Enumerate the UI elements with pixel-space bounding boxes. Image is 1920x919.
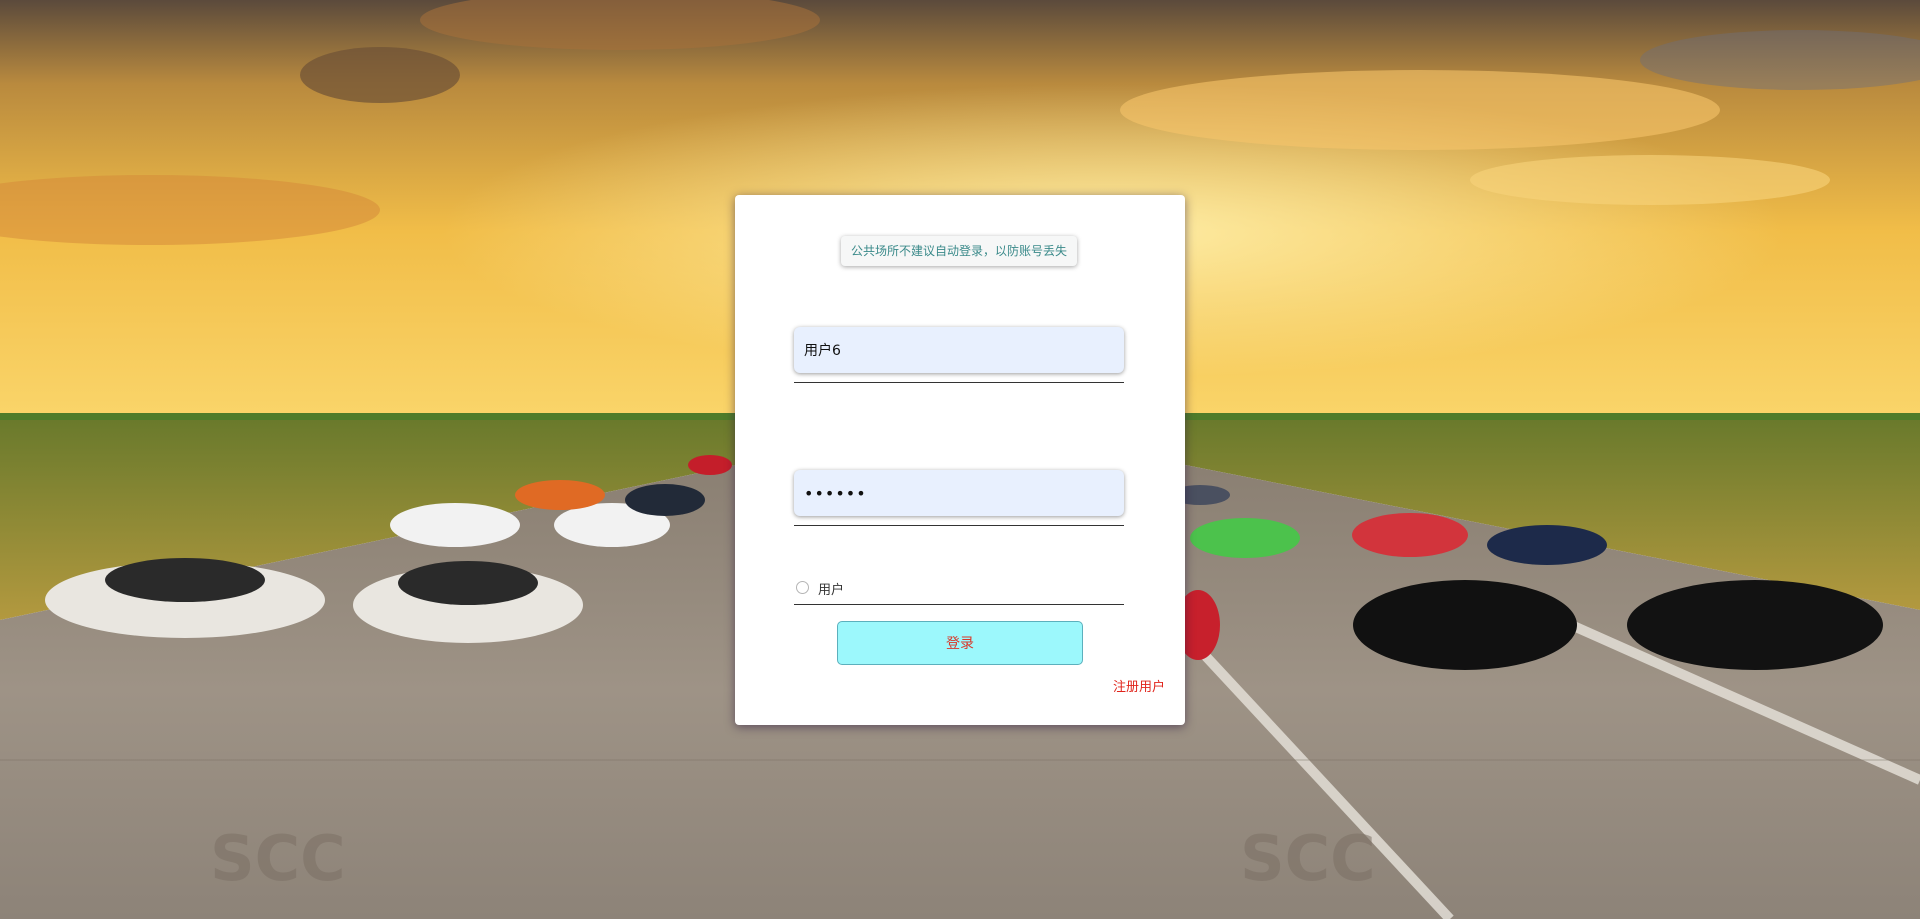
username-field-wrapper <box>794 327 1124 383</box>
svg-text:SCC: SCC <box>210 822 346 895</box>
security-notice: 公共场所不建议自动登录，以防账号丢失 <box>841 236 1077 266</box>
role-selector: 用户 <box>794 572 1124 605</box>
role-user-label[interactable]: 用户 <box>818 579 844 598</box>
password-input[interactable] <box>794 470 1124 516</box>
register-link[interactable]: 注册用户 <box>1113 676 1165 695</box>
password-field-wrapper <box>794 470 1124 526</box>
login-card: 公共场所不建议自动登录，以防账号丢失 用户 登录 注册用户 <box>735 195 1185 725</box>
username-input[interactable] <box>794 327 1124 373</box>
role-user-radio[interactable] <box>796 581 809 594</box>
login-button[interactable]: 登录 <box>837 621 1083 665</box>
svg-text:SCC: SCC <box>1240 822 1376 895</box>
